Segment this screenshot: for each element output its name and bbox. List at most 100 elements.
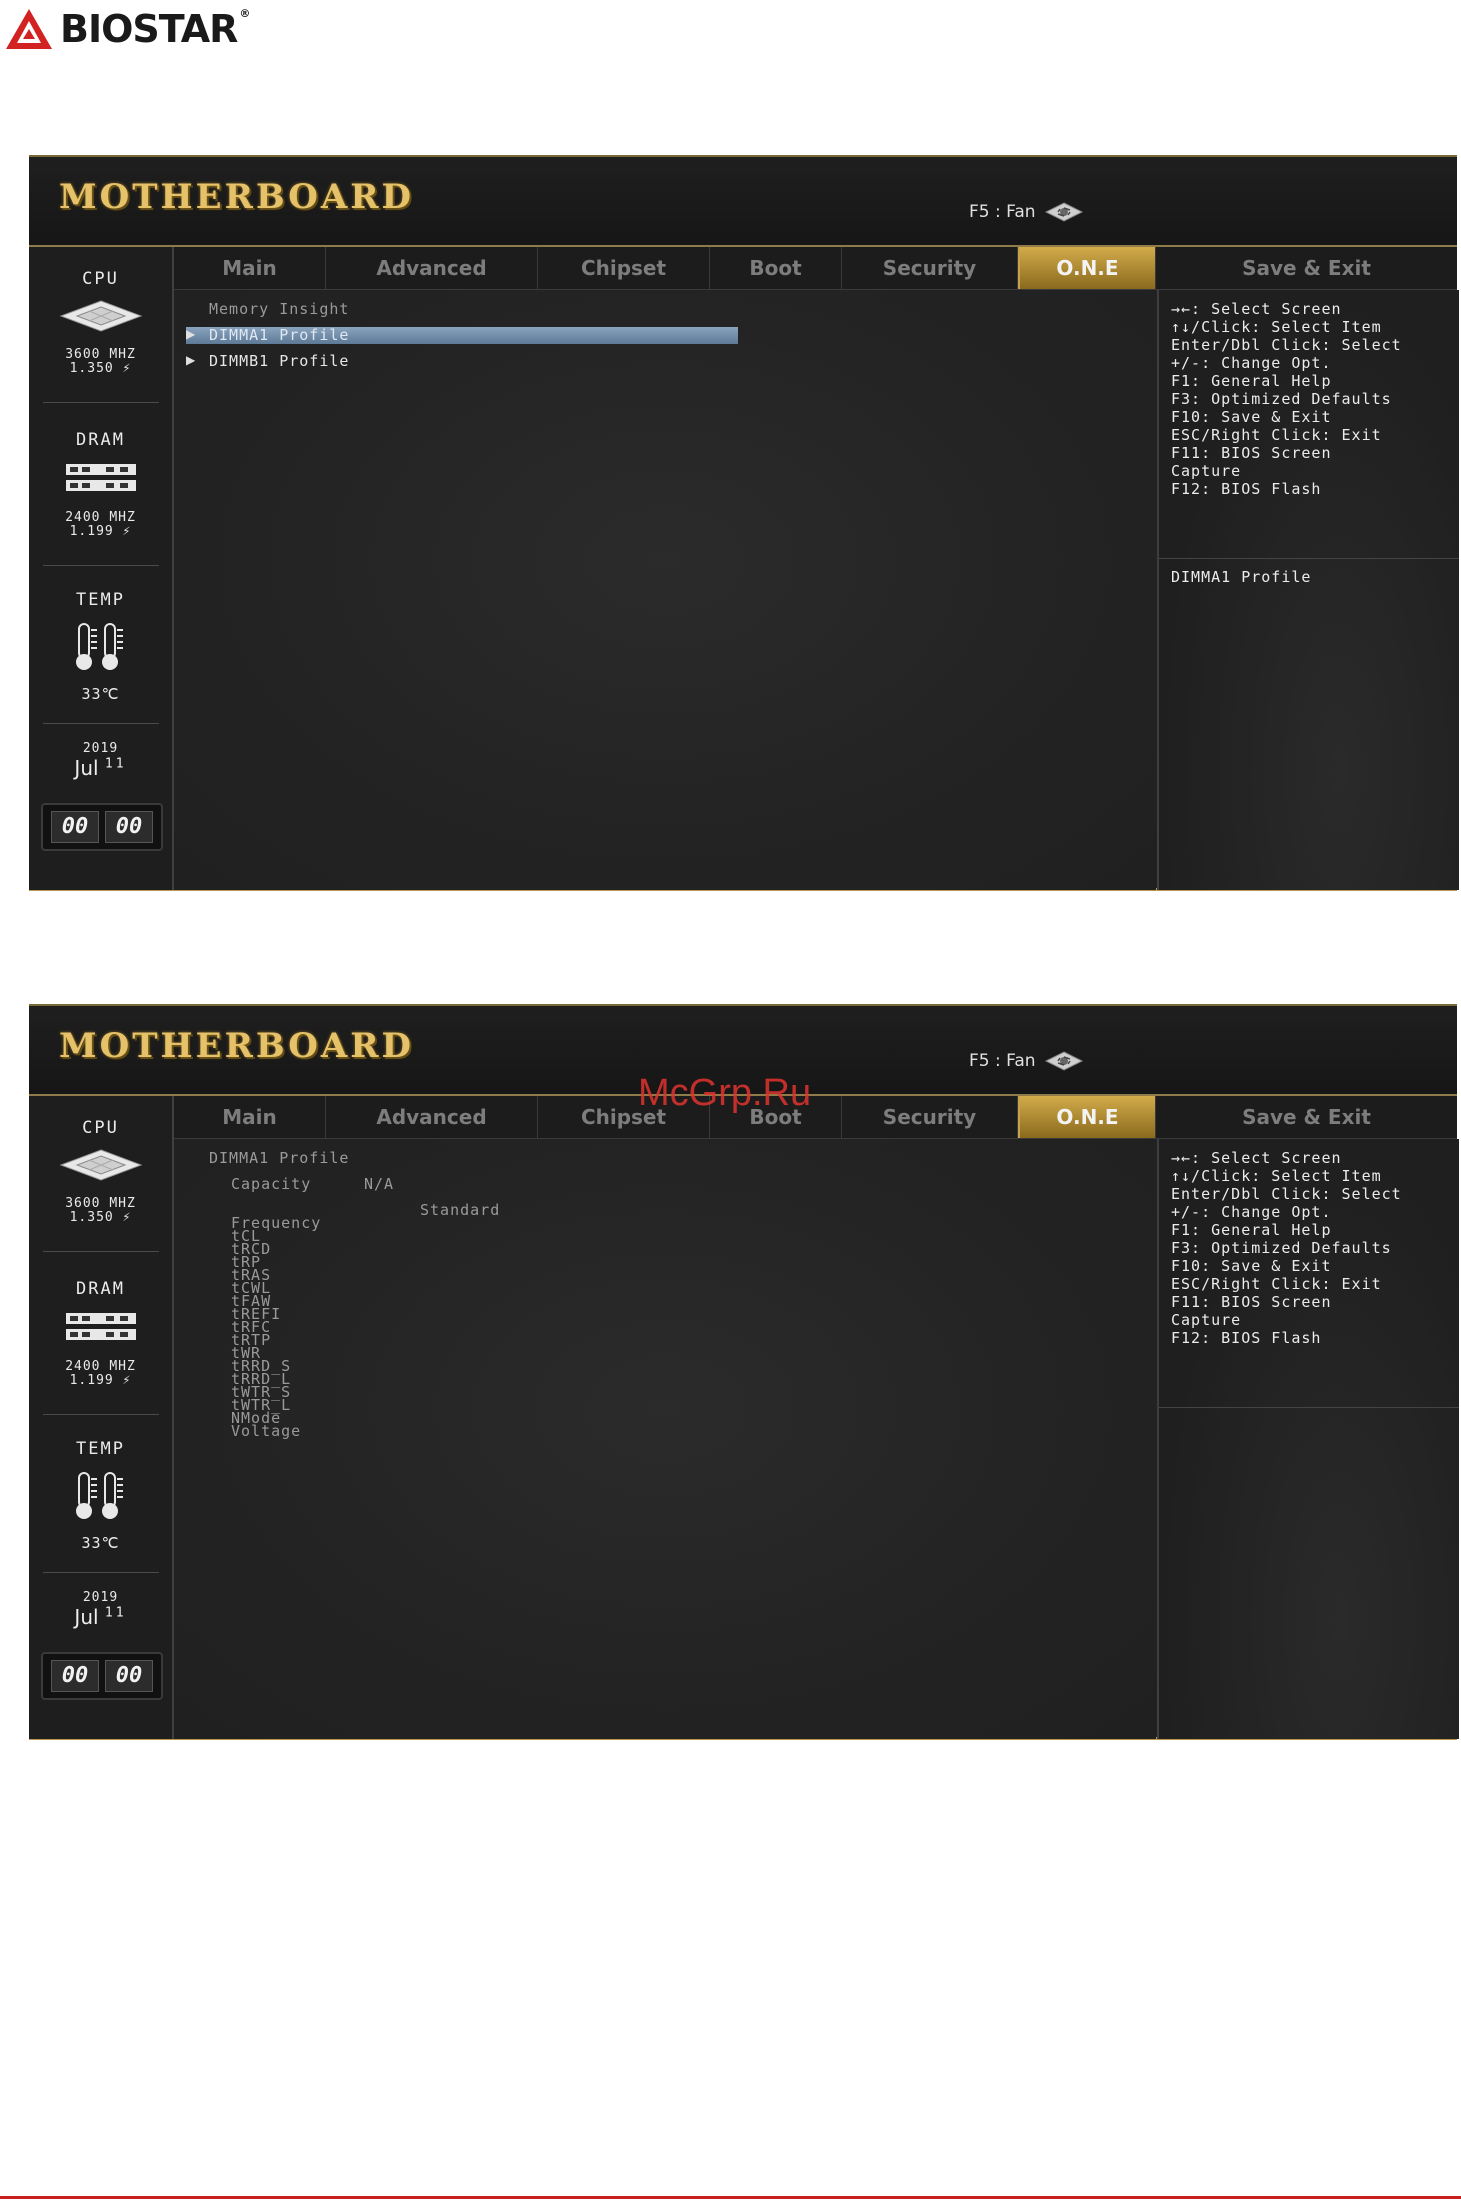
section-heading: Memory Insight [209,300,350,318]
key-help-list: →←: Select Screen ↑↓/Click: Select Item … [1171,1149,1402,1347]
clock-minutes: 00 [105,1660,153,1692]
temp-block: TEMP 33℃ [29,590,172,703]
motherboard-title: MOTHERBOARD [59,1026,414,1066]
dram-module-icon [65,1313,136,1340]
divider [43,565,159,566]
date-year: 2019 [82,1590,119,1605]
tab-security[interactable]: Security [842,247,1018,289]
help-line: F1: General Help [1171,1221,1332,1239]
dram-block: DRAM 2400 MHZ 1.199 ⚡ [29,430,172,539]
cpu-chip-icon [59,1149,142,1181]
divider [43,1251,159,1252]
help-line: F1: General Help [1171,372,1332,390]
divider [43,1572,159,1573]
date-block: 2019 Jul 11 [29,1590,172,1630]
dram-module-icon [65,464,136,491]
temp-value: 33℃ [81,1534,120,1552]
thermometer-icon [75,1472,123,1519]
tab-save-exit[interactable]: Save & Exit [1156,1096,1457,1138]
help-line: ↑↓/Click: Select Item [1171,1167,1382,1185]
divider [1159,558,1459,559]
page-footer-rule [0,2196,1461,2199]
dram-voltage: 1.199 ⚡ [69,1373,132,1388]
divider [1159,1407,1459,1408]
cpu-block: CPU 3600 MHZ 1.350 ⚡ [29,1118,172,1225]
help-line: →←: Select Screen [1171,300,1342,318]
help-line: F10: Save & Exit [1171,1257,1332,1275]
tab-advanced[interactable]: Advanced [326,1096,538,1138]
tab-bar: Main Advanced Chipset Boot Security O.N.… [174,1096,1457,1139]
dram-block: DRAM 2400 MHZ 1.199 ⚡ [29,1279,172,1388]
help-panel: →←: Select Screen ↑↓/Click: Select Item … [1157,290,1459,890]
temp-title: TEMP [76,590,125,610]
tab-advanced[interactable]: Advanced [326,247,538,289]
cpu-frequency: 3600 MHZ [65,1196,136,1211]
help-line: F12: BIOS Flash [1171,480,1322,498]
brand-name: BIOSTAR ® [60,7,250,51]
watermark-text: McGrp.Ru [638,1072,812,1114]
submenu-arrow-icon: ▶ [186,353,196,367]
biostar-logo: BIOSTAR ® [4,4,250,54]
status-column: CPU 3600 MHZ 1.350 ⚡ DRAM 2400 MHZ 1.199… [29,1096,174,1739]
cpu-title: CPU [82,269,119,289]
cpu-voltage: 1.350 ⚡ [69,1210,132,1225]
help-line: F3: Optimized Defaults [1171,1239,1392,1257]
help-line: +/-: Change Opt. [1171,354,1332,372]
fan-icon [1044,1051,1083,1071]
dram-frequency: 2400 MHZ [65,510,136,525]
tab-one[interactable]: O.N.E [1018,247,1156,289]
cpu-chip-icon [59,300,142,332]
help-line: ↑↓/Click: Select Item [1171,318,1382,336]
bios-screen-memory-insight: MOTHERBOARD F5 : Fan CPU 3600 MHZ 1.350 … [29,155,1459,891]
help-line: F3: Optimized Defaults [1171,390,1392,408]
clock: 00 00 [41,803,163,851]
help-line: Enter/Dbl Click: Select [1171,336,1402,354]
help-line: F11: BIOS Screen [1171,444,1332,462]
section-heading: DIMMA1 Profile [209,1149,350,1167]
item-description: DIMMA1 Profile [1171,568,1312,586]
date-day: 11 [104,1605,127,1621]
cpu-block: CPU 3600 MHZ 1.350 ⚡ [29,269,172,376]
cpu-frequency: 3600 MHZ [65,347,136,362]
date-year: 2019 [82,741,119,756]
help-line: →←: Select Screen [1171,1149,1342,1167]
tab-save-exit[interactable]: Save & Exit [1156,247,1457,289]
tab-security[interactable]: Security [842,1096,1018,1138]
divider [43,402,159,403]
help-line: ESC/Right Click: Exit [1171,1275,1382,1293]
column-header-standard: Standard [420,1201,501,1219]
menu-item-dimmb1-profile[interactable]: DIMMB1 Profile [209,352,349,370]
tab-chipset[interactable]: Chipset [538,247,710,289]
dram-title: DRAM [76,1279,125,1299]
help-line: F11: BIOS Screen [1171,1293,1332,1311]
capacity-label: Capacity [231,1175,312,1193]
temp-title: TEMP [76,1439,125,1459]
help-line: Capture [1171,1311,1242,1329]
tab-main[interactable]: Main [174,247,326,289]
thermometer-icon [75,623,123,670]
help-line: ESC/Right Click: Exit [1171,426,1382,444]
fan-shortcut[interactable]: F5 : Fan [969,201,1084,223]
date-day: 11 [104,756,127,772]
fan-shortcut[interactable]: F5 : Fan [969,1050,1084,1072]
tab-one[interactable]: O.N.E [1018,1096,1156,1138]
menu-item-dimma1-profile[interactable]: DIMMA1 Profile [209,326,349,344]
date-block: 2019 Jul 11 [29,741,172,781]
clock-minutes: 00 [105,811,153,843]
main-panel: Memory Insight ▶ DIMMA1 Profile ▶ DIMMB1… [174,290,1156,890]
help-line: +/-: Change Opt. [1171,1203,1332,1221]
tab-boot[interactable]: Boot [710,247,842,289]
status-column: CPU 3600 MHZ 1.350 ⚡ DRAM 2400 MHZ 1.199… [29,247,174,890]
date-month: Jul [74,1605,99,1629]
capacity-value: N/A [364,1175,395,1193]
help-line: F12: BIOS Flash [1171,1329,1322,1347]
timing-voltage: Voltage [231,1422,302,1440]
dram-title: DRAM [76,430,125,450]
help-line: Enter/Dbl Click: Select [1171,1185,1402,1203]
dram-frequency: 2400 MHZ [65,1359,136,1374]
temp-value: 33℃ [81,685,120,703]
temp-block: TEMP 33℃ [29,1439,172,1552]
clock-hours: 00 [51,811,99,843]
date-month: Jul [74,756,99,780]
tab-main[interactable]: Main [174,1096,326,1138]
